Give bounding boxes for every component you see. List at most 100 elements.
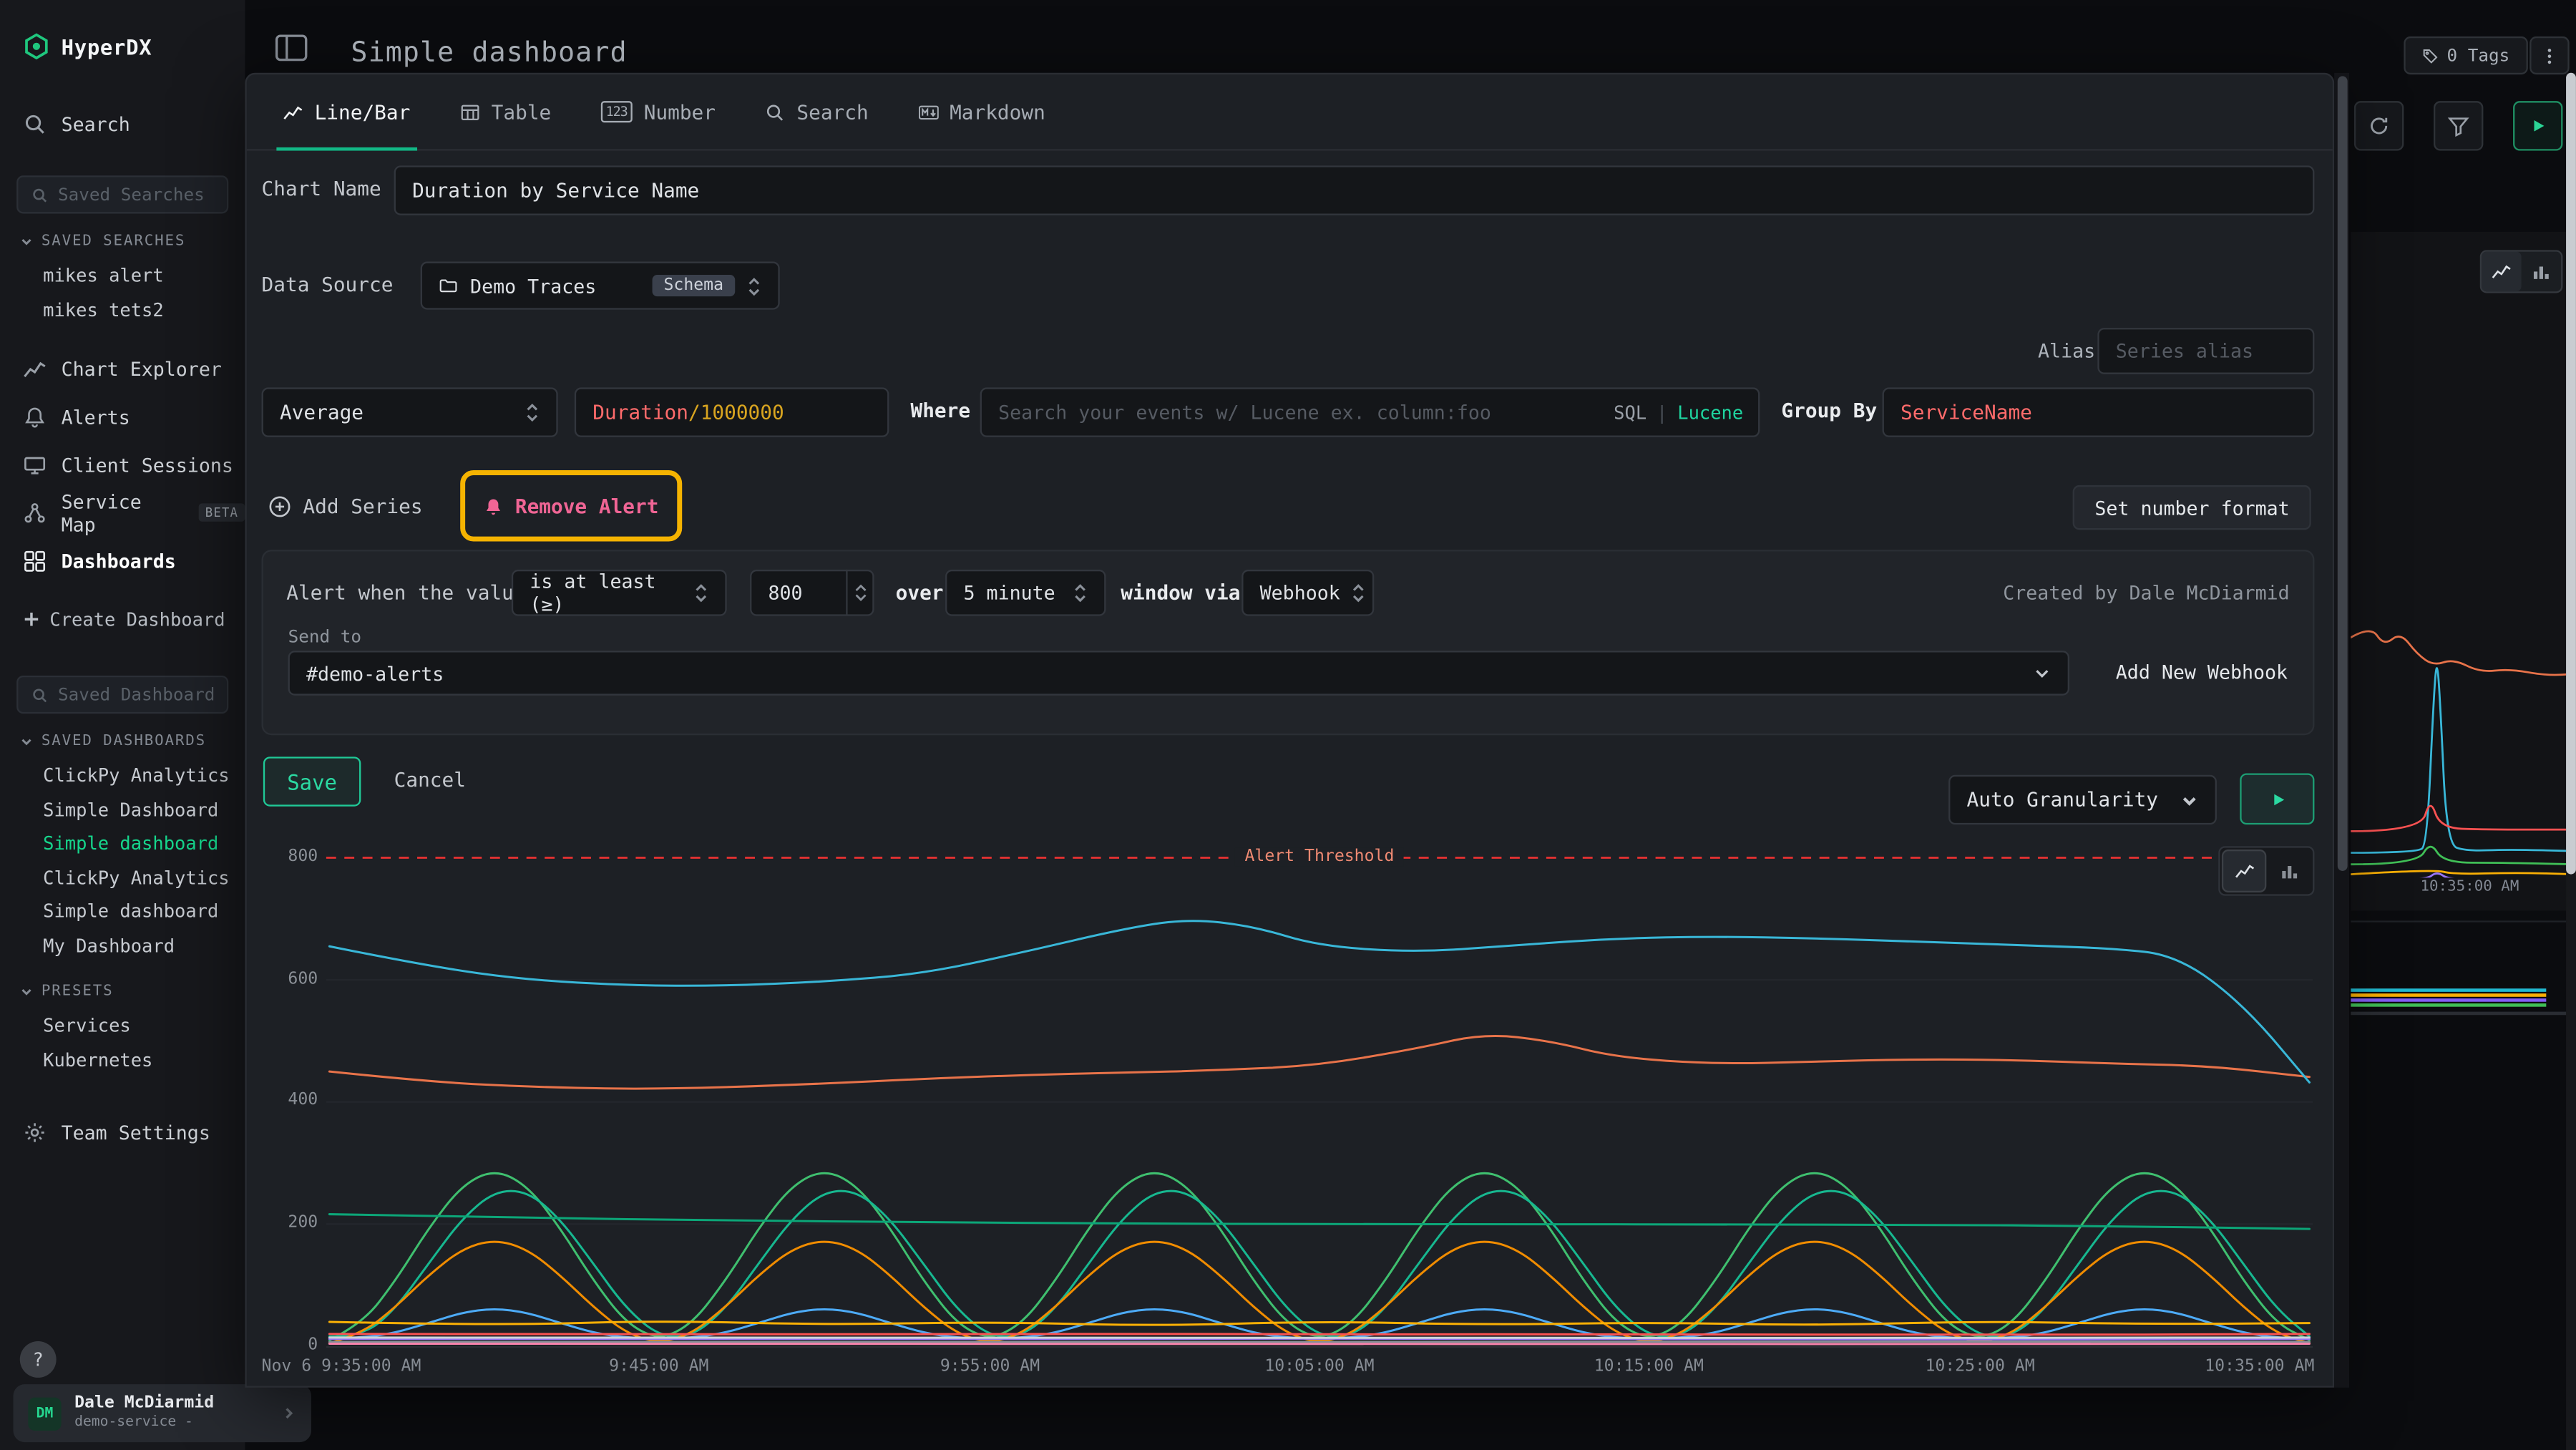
bg-mini-line <box>2351 1003 2546 1006</box>
field-input[interactable]: Duration/1000000 <box>575 387 889 437</box>
x-tick: 10:15:00 AM <box>1594 1358 1704 1376</box>
kebab-menu-button[interactable] <box>2529 37 2570 74</box>
background-chart-type-toggle[interactable] <box>2480 250 2563 293</box>
alert-condition-value: is at least (≥) <box>530 570 682 616</box>
granularity-select[interactable]: Auto Granularity <box>1948 775 2217 824</box>
bar-chart-icon[interactable] <box>2522 252 2562 292</box>
bar-chart-icon[interactable] <box>2266 850 2311 892</box>
sidebar-collapse-icon[interactable] <box>275 33 308 63</box>
data-source-value: Demo Traces <box>470 274 596 297</box>
alias-label: Alias <box>2038 339 2095 362</box>
saved-dashboards-header[interactable]: SAVED DASHBOARDS <box>20 734 245 750</box>
alert-channel-select[interactable]: Webhook <box>1241 570 1374 616</box>
dashboard-item[interactable]: Simple dashboard <box>0 896 245 930</box>
send-to-select[interactable]: #demo-alerts <box>288 651 2069 695</box>
create-dashboard-button[interactable]: Create Dashboard <box>0 601 245 638</box>
chevron-updown-icon <box>1352 581 1367 604</box>
help-button[interactable]: ? <box>20 1341 57 1378</box>
add-series-button[interactable]: Add Series <box>268 484 423 530</box>
run-query-button[interactable] <box>2240 773 2314 824</box>
sidebar-item-search[interactable]: Search <box>0 106 245 142</box>
line-chart-icon[interactable] <box>2222 850 2266 892</box>
alias-input[interactable] <box>2097 328 2314 374</box>
sidebar-item-team-settings[interactable]: Team Settings <box>0 1108 245 1156</box>
sidebar-item-label: Client Sessions <box>62 453 233 476</box>
dashboard-item[interactable]: Simple Dashboard <box>0 794 245 827</box>
alert-window-select[interactable]: 5 minute <box>945 570 1106 616</box>
database-icon <box>439 276 459 296</box>
remove-alert-button[interactable]: Remove Alert <box>484 495 659 517</box>
chevron-down-icon <box>20 235 34 249</box>
group-by-input[interactable]: ServiceName <box>1883 387 2315 437</box>
brand[interactable]: HyperDX <box>0 0 245 59</box>
send-to-label: Send to <box>288 628 361 648</box>
line-chart-icon[interactable] <box>2482 252 2522 292</box>
number-stepper[interactable] <box>846 570 874 616</box>
tab-line-bar[interactable]: Line/Bar <box>283 74 411 149</box>
chevron-down-icon <box>20 735 34 749</box>
sidebar-item-chart-explorer[interactable]: Chart Explorer <box>0 344 245 392</box>
chart-name-input[interactable] <box>394 165 2315 215</box>
user-menu[interactable]: DM Dale McDiarmid demo-service - <box>14 1384 311 1442</box>
tab-number[interactable]: 123 Number <box>601 74 716 149</box>
remove-alert-label: Remove Alert <box>515 495 659 517</box>
dashboard-item[interactable]: My Dashboard <box>0 930 245 963</box>
tab-search[interactable]: Search <box>765 74 868 149</box>
sidebar-item-client-sessions[interactable]: Client Sessions <box>0 440 245 488</box>
schema-badge: Schema <box>652 275 735 296</box>
sidebar-item-alerts[interactable]: Alerts <box>0 392 245 440</box>
dashboard-item[interactable]: ClickPy Analytics <box>0 862 245 895</box>
query-language-toggle[interactable]: SQL | Lucene <box>1614 387 1743 437</box>
saved-searches-search[interactable] <box>16 175 228 213</box>
page-scrollbar-thumb[interactable] <box>2566 73 2576 875</box>
brand-name: HyperDX <box>62 34 152 59</box>
dashboard-item[interactable]: ClickPy Analytics <box>0 760 245 794</box>
preset-item[interactable]: Services <box>0 1010 245 1043</box>
tags-button[interactable]: 0 Tags <box>2404 37 2527 74</box>
hyperdx-logo-icon <box>23 33 49 59</box>
saved-dashboards-input[interactable] <box>58 685 213 705</box>
tab-markdown[interactable]: Markdown <box>918 74 1045 149</box>
alert-condition-select[interactable]: is at least (≥) <box>512 570 727 616</box>
sidebar-item-label: Alerts <box>62 405 130 428</box>
y-tick: 200 <box>262 1214 318 1232</box>
screen: HyperDX Search SAVED SEARCHES mikes aler… <box>0 0 2576 1450</box>
set-number-format-button[interactable]: Set number format <box>2073 485 2311 530</box>
refresh-button[interactable] <box>2354 101 2404 150</box>
annotation-highlight-box: Remove Alert <box>460 470 682 541</box>
filter-button[interactable] <box>2434 101 2483 150</box>
dashboard-item-active[interactable]: Simple dashboard <box>0 828 245 862</box>
data-source-select[interactable]: Demo Traces Schema <box>421 262 780 310</box>
save-button[interactable]: Save <box>263 756 361 806</box>
x-tick: 9:55:00 AM <box>940 1358 1040 1376</box>
add-new-webhook-link[interactable]: Add New Webhook <box>2116 661 2288 683</box>
alert-prefix-label: Alert when the value <box>286 581 525 604</box>
saved-searches-input[interactable] <box>58 185 213 205</box>
where-label: Where <box>910 399 970 422</box>
background-play-button[interactable] <box>2513 101 2562 150</box>
sql-toggle[interactable]: SQL <box>1614 402 1646 423</box>
play-icon <box>2267 789 2287 809</box>
tags-label: 0 Tags <box>2447 46 2510 66</box>
lucene-toggle[interactable]: Lucene <box>1677 402 1743 423</box>
presets-header[interactable]: PRESETS <box>20 983 245 1000</box>
beta-badge: BETA <box>198 503 245 521</box>
saved-dashboards-search[interactable] <box>16 676 228 714</box>
cancel-button[interactable]: Cancel <box>394 769 466 792</box>
alert-threshold-label: Alert Threshold <box>1235 848 1405 866</box>
saved-search-item[interactable]: mikes tets2 <box>0 294 245 328</box>
saved-search-item[interactable]: mikes alert <box>0 260 245 293</box>
chevron-updown-icon <box>693 581 708 604</box>
number-123-icon: 123 <box>601 101 633 122</box>
modal-scrollbar-thumb[interactable] <box>2337 76 2347 871</box>
chart-editor-modal: Line/Bar Table 123 Number Search <box>245 73 2334 1388</box>
tab-table[interactable]: Table <box>460 74 552 149</box>
aggregation-select[interactable]: Average <box>262 387 558 437</box>
sidebar-item-label: Search <box>62 112 130 135</box>
chevron-updown-icon <box>746 274 761 297</box>
saved-searches-header[interactable]: SAVED SEARCHES <box>20 233 245 250</box>
kebab-icon <box>2541 47 2557 64</box>
preset-item[interactable]: Kubernetes <box>0 1044 245 1078</box>
sidebar-item-dashboards[interactable]: Dashboards <box>0 537 245 585</box>
sidebar-item-service-map[interactable]: Service Map BETA <box>0 489 245 537</box>
